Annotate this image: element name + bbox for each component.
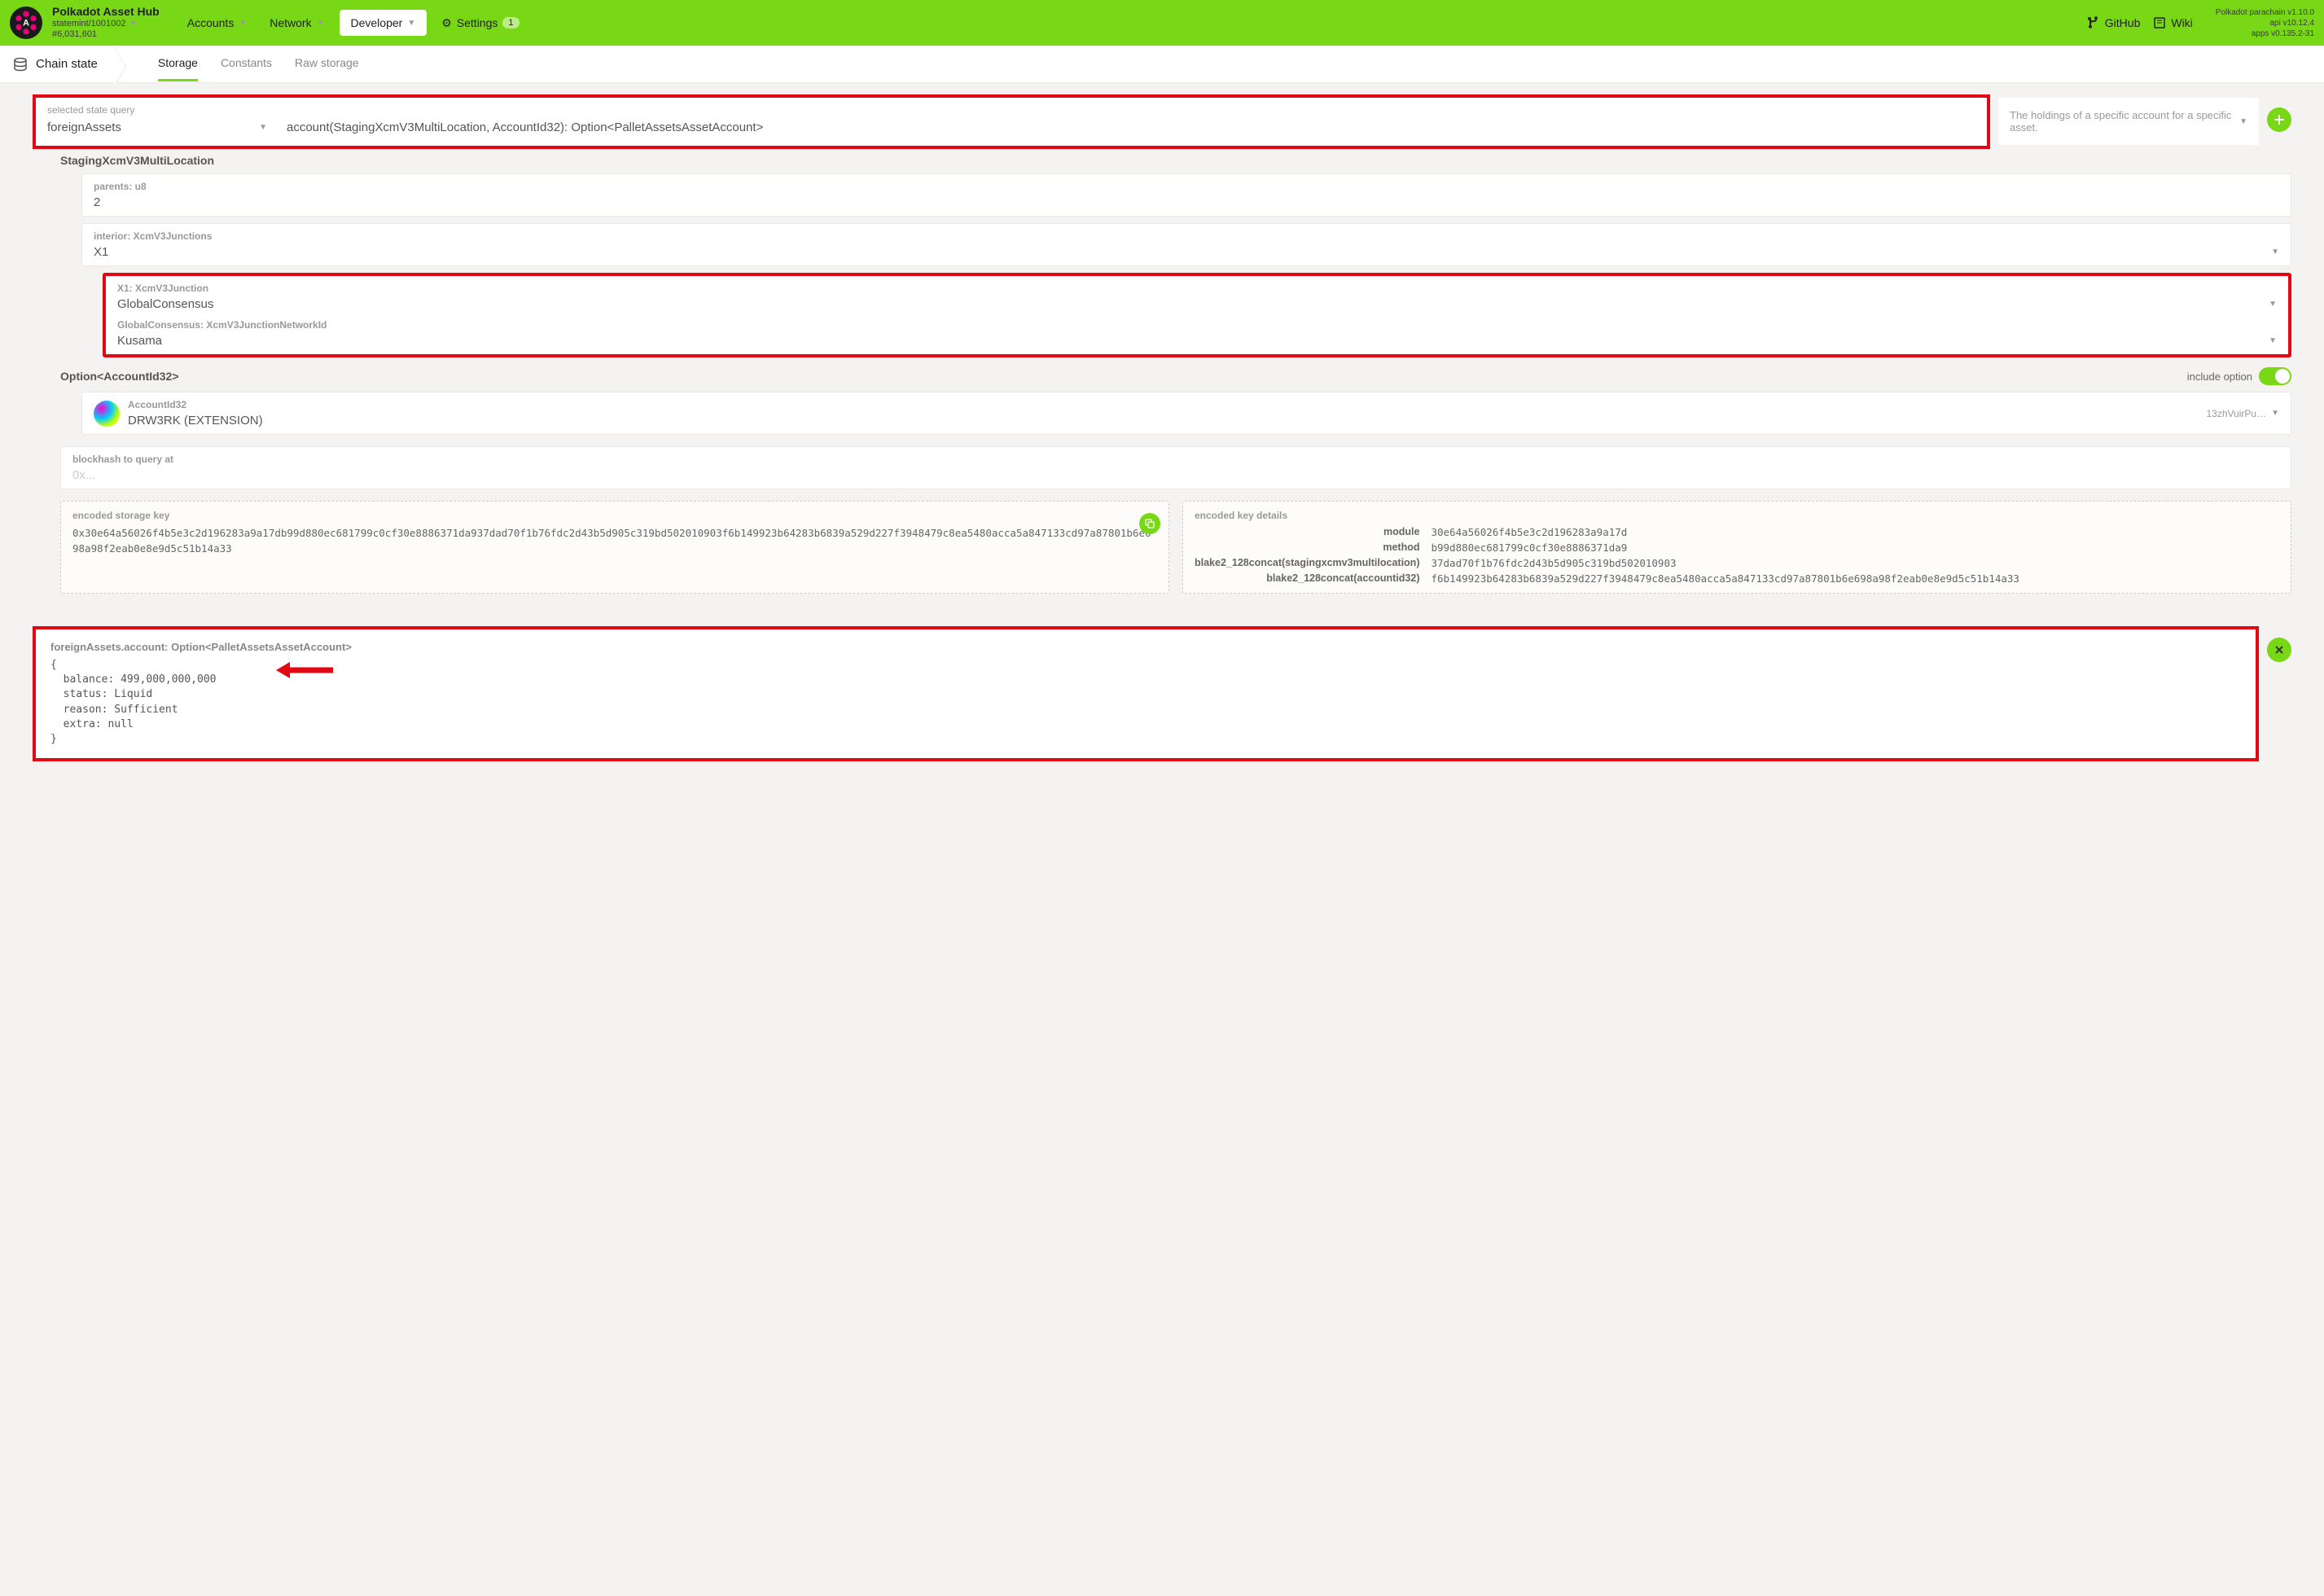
svg-text:A: A (23, 19, 29, 28)
tab-raw-storage[interactable]: Raw storage (295, 46, 359, 81)
result-row: foreignAssets.account: Option<PalletAsse… (33, 626, 2291, 761)
result-title: foreignAssets.account: Option<PalletAsse… (50, 641, 2241, 653)
include-option-toggle[interactable] (2259, 367, 2291, 385)
main-nav: Accounts ▼ Network ▼ Developer ▼ ⚙ Setti… (179, 10, 528, 36)
gear-icon: ⚙ (441, 16, 452, 30)
plus-icon (2274, 114, 2285, 125)
option-label: Option<AccountId32> (60, 370, 178, 383)
page-title: Chain state (13, 57, 117, 72)
option-row: Option<AccountId32> include option (60, 364, 2291, 388)
result-body: { balance: 499,000,000,000 status: Liqui… (50, 658, 2241, 747)
include-option-label: include option (2187, 370, 2252, 383)
main-content: selected state query foreignAssets ▼ acc… (0, 83, 2324, 778)
query-hint: The holdings of a specific account for a… (1998, 98, 2259, 145)
chevron-down-icon: ▼ (2239, 117, 2247, 126)
annotation-arrow (272, 658, 337, 682)
chevron-down-icon: ▼ (2271, 248, 2279, 256)
encoded-storage-key: encoded storage key 0x30e64a56026f4b5e3c… (60, 501, 1169, 594)
chevron-down-icon: ▼ (407, 19, 415, 28)
chain-spec: statemint/1001002 ▼ (52, 19, 160, 29)
encoded-key-details: encoded key details module 30e64a56026f4… (1182, 501, 2291, 594)
blockhash-placeholder: 0x... (72, 468, 2279, 482)
nav-network[interactable]: Network ▼ (261, 11, 332, 34)
params-section: StagingXcmV3MultiLocation parents: u8 2 … (60, 149, 2291, 357)
chevron-down-icon: ▼ (317, 19, 325, 28)
query-result: foreignAssets.account: Option<PalletAsse… (33, 626, 2259, 761)
nav-settings[interactable]: ⚙ Settings 1 (433, 11, 527, 35)
version-info: Polkadot parachain v1.10.0 api v10.12.4 … (2216, 7, 2314, 39)
nav-developer[interactable]: Developer ▼ (340, 10, 428, 36)
account-short-address: 13zhVuirPu… ▼ (2207, 408, 2280, 419)
identicon (94, 401, 120, 427)
chain-name: Polkadot Asset Hub (52, 5, 160, 19)
account-select[interactable]: AccountId32 DRW3RK (EXTENSION) 13zhVuirP… (81, 392, 2291, 435)
chevron-down-icon: ▼ (2269, 300, 2277, 309)
detail-hash1: 37dad70f1b76fdc2d43b5d905c319bd502010903 (1431, 557, 2279, 569)
chevron-down-icon: ▼ (239, 19, 247, 28)
github-link[interactable]: GitHub (2087, 16, 2141, 29)
git-branch-icon (2087, 16, 2100, 29)
method-select[interactable]: account(StagingXcmV3MultiLocation, Accou… (287, 121, 1975, 134)
pallet-select[interactable]: foreignAssets ▼ (47, 121, 267, 134)
nav-right: GitHub Wiki Polkadot parachain v1.10.0 a… (2087, 7, 2314, 39)
multilocation-label: StagingXcmV3MultiLocation (60, 149, 2291, 169)
database-icon (13, 57, 28, 72)
query-row: selected state query foreignAssets ▼ acc… (33, 94, 2291, 149)
close-icon (2274, 645, 2284, 655)
wiki-link[interactable]: Wiki (2153, 16, 2192, 29)
chain-info[interactable]: Polkadot Asset Hub statemint/1001002 ▼ #… (52, 5, 160, 40)
detail-hash2: f6b149923b64283b6839a529d227f3948479c8ea… (1431, 572, 2279, 585)
submit-query-button[interactable] (2267, 107, 2291, 132)
tab-constants[interactable]: Constants (221, 46, 272, 81)
copy-button[interactable] (1139, 513, 1160, 534)
tab-storage[interactable]: Storage (158, 46, 198, 81)
chevron-down-icon: ▼ (129, 20, 138, 29)
block-number: #6,031,601 (52, 29, 160, 40)
parents-field[interactable]: parents: u8 2 (81, 173, 2291, 217)
polkadot-icon: A (11, 8, 41, 37)
x1-junction-field[interactable]: X1: XcmV3Junction GlobalConsensus▼ Globa… (103, 273, 2291, 357)
sub-nav: Chain state Storage Constants Raw storag… (0, 46, 2324, 83)
detail-module: 30e64a56026f4b5e3c2d196283a9a17d (1431, 526, 2279, 538)
sub-tabs: Storage Constants Raw storage (158, 46, 359, 81)
chain-logo[interactable]: A (10, 7, 42, 39)
blockhash-field[interactable]: blockhash to query at 0x... (60, 446, 2291, 489)
interior-field[interactable]: interior: XcmV3Junctions X1▼ (81, 223, 2291, 266)
chevron-down-icon: ▼ (259, 123, 267, 132)
chevron-down-icon: ▼ (2269, 336, 2277, 345)
nav-accounts[interactable]: Accounts ▼ (179, 11, 256, 34)
book-icon (2153, 16, 2166, 29)
remove-result-button[interactable] (2267, 638, 2291, 662)
detail-method: b99d880ec681799c0cf30e8886371da9 (1431, 542, 2279, 554)
copy-icon (1145, 519, 1155, 528)
top-bar: A Polkadot Asset Hub statemint/1001002 ▼… (0, 0, 2324, 46)
query-label: selected state query (47, 104, 1975, 116)
encoded-key-value: 0x30e64a56026f4b5e3c2d196283a9a17db99d88… (72, 526, 1157, 557)
state-query-box: selected state query foreignAssets ▼ acc… (33, 94, 1990, 149)
chevron-down-icon: ▼ (2271, 409, 2279, 418)
encoded-row: encoded storage key 0x30e64a56026f4b5e3c… (60, 501, 2291, 594)
settings-badge: 1 (502, 17, 519, 28)
